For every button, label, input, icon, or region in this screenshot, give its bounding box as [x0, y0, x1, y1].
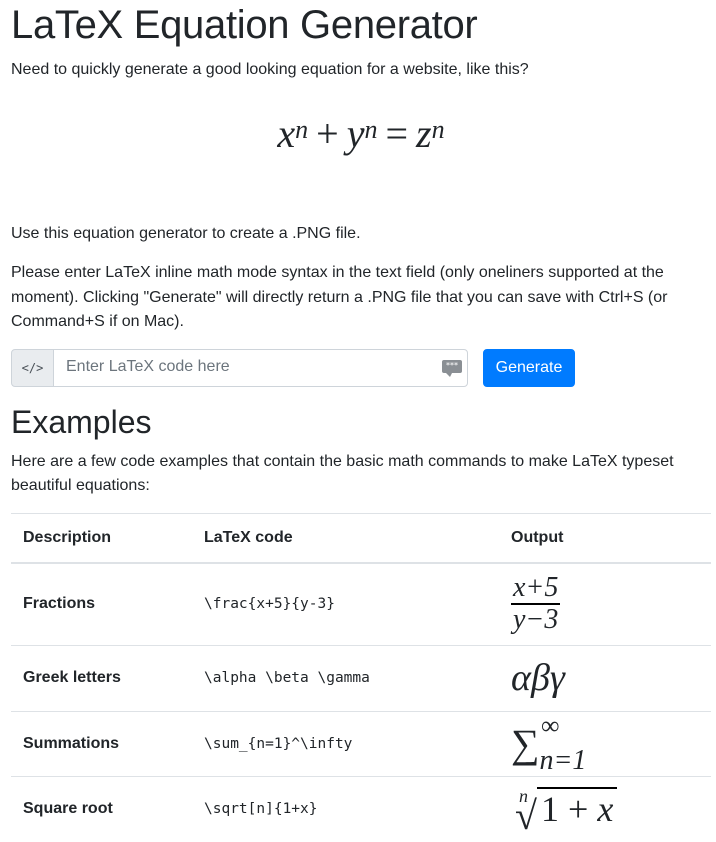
row-description: Square root [11, 775, 192, 842]
radicand-var: x [597, 789, 614, 830]
sqrt-output: n √ 1 + x [511, 786, 618, 838]
instructions-text: Please enter LaTeX inline math mode synt… [11, 264, 668, 330]
row-description: Fractions [11, 562, 192, 645]
eq-exp-y: n [364, 115, 378, 144]
summation-upper: ∞ [541, 711, 560, 740]
summation-output: ∑ ∞ n=1 [511, 711, 586, 776]
table-row: Fractions \frac{x+5}{y-3} x+5 y−3 [11, 562, 711, 645]
fraction-output: x+5 y−3 [511, 572, 561, 636]
table-row: Summations \sum_{n=1}^\infty ∑ ∞ n=1 [11, 710, 711, 776]
col-output: Output [499, 513, 711, 564]
eq-exp-z: n [431, 115, 445, 144]
intro-text: Need to quickly generate a good looking … [11, 61, 529, 78]
examples-heading: Examples [11, 404, 152, 440]
eq-z: z [416, 111, 432, 156]
examples-intro: Here are a few code examples that contai… [11, 453, 674, 494]
row-description: Summations [11, 710, 192, 776]
radicand-const: 1 + [541, 789, 598, 830]
fraction-numerator: x+5 [511, 572, 561, 606]
row-code: \frac{x+5}{y-3} [192, 562, 499, 645]
row-code: \alpha \beta \gamma [192, 644, 499, 711]
row-output: x+5 y−3 [499, 562, 711, 645]
row-output: αβγ [499, 644, 711, 711]
summation-lower: n=1 [539, 745, 587, 776]
latex-field: *** [53, 349, 468, 387]
code-icon: </> [11, 349, 54, 387]
eq-plus: + [316, 111, 339, 156]
fraction-denominator: y−3 [513, 604, 559, 636]
latex-input[interactable] [54, 350, 426, 384]
examples-table: Description LaTeX code Output Fractions … [11, 513, 711, 842]
eq-y: y [346, 111, 365, 156]
table-row: Square root \sqrt[n]{1+x} n √ 1 + x [11, 775, 711, 842]
row-output: n √ 1 + x [499, 775, 711, 842]
table-header-row: Description LaTeX code Output [11, 513, 711, 564]
eq-exp-x: n [295, 115, 309, 144]
table-row: Greek letters \alpha \beta \gamma αβγ [11, 644, 711, 711]
radical-symbol: √ [515, 793, 537, 839]
row-code: \sqrt[n]{1+x} [192, 775, 499, 842]
row-description: Greek letters [11, 644, 192, 711]
latex-input-group: </> *** Generate [11, 349, 711, 387]
greek-output: αβγ [511, 657, 565, 699]
eq-equals: = [385, 111, 409, 156]
sigma-symbol: ∑ [511, 721, 540, 766]
eq-x: x [277, 111, 296, 156]
use-text: Use this equation generator to create a … [11, 225, 361, 242]
col-description: Description [11, 513, 192, 564]
row-output: ∑ ∞ n=1 [499, 710, 711, 776]
col-latex-code: LaTeX code [192, 513, 499, 564]
radicand: 1 + x [537, 787, 618, 830]
row-code: \sum_{n=1}^\infty [192, 710, 499, 776]
keyboard-icon[interactable]: *** [442, 360, 462, 377]
page-title: LaTeX Equation Generator [11, 3, 478, 47]
example-equation: xn + yn = zn [11, 104, 711, 164]
generate-button[interactable]: Generate [483, 349, 575, 387]
